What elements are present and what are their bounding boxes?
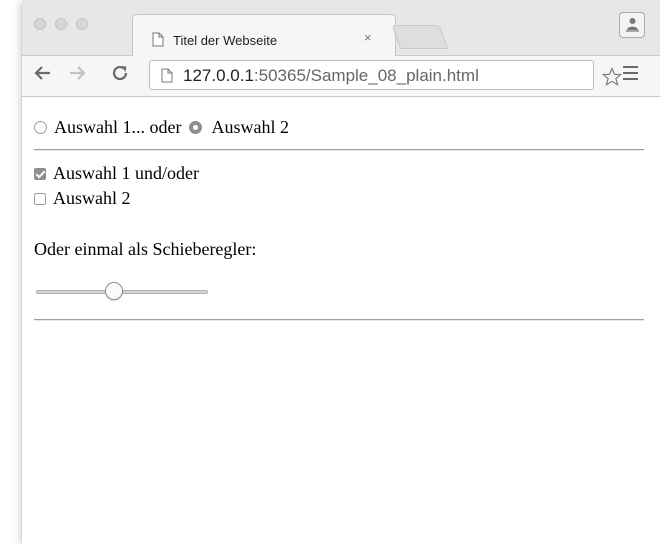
radio-option-2-label: Auswahl 2 — [211, 117, 289, 137]
checkbox-option-1[interactable] — [34, 167, 46, 180]
url-host: 127.0.0.1 — [183, 66, 254, 85]
divider — [34, 319, 644, 321]
reload-icon[interactable] — [111, 64, 129, 86]
checkbox-option-2-label: Auswahl 2 — [53, 188, 131, 208]
forward-arrow-icon[interactable] — [68, 64, 86, 86]
url-text: 127.0.0.1:50365/Sample_08_plain.html — [183, 66, 479, 86]
page-icon — [152, 32, 164, 52]
slider-heading: Oder einmal als Schieberegler: — [34, 239, 257, 259]
page-icon — [161, 68, 173, 88]
star-icon[interactable] — [601, 66, 623, 91]
back-arrow-icon[interactable] — [34, 64, 52, 86]
page-content: Auswahl 1... oder Auswahl 2 Auswahl 1 un… — [22, 97, 660, 544]
browser-window: Titel der Webseite × 127.0.0.1:50365/Sam… — [22, 0, 660, 544]
minimize-window-button[interactable] — [55, 18, 67, 30]
radio-option-1-label: Auswahl 1... oder — [54, 117, 182, 137]
menu-icon[interactable] — [623, 66, 638, 84]
new-tab-button[interactable] — [391, 25, 449, 49]
checkbox-option-1-label: Auswahl 1 und/oder — [53, 163, 199, 183]
tab-title: Titel der Webseite — [173, 33, 278, 48]
slider-thumb[interactable] — [105, 282, 124, 300]
zoom-window-button[interactable] — [76, 18, 88, 30]
checkbox-option-2[interactable] — [34, 192, 46, 205]
tab-active[interactable]: Titel der Webseite — [132, 14, 396, 57]
divider — [34, 149, 644, 151]
tab-close-icon[interactable]: × — [364, 30, 372, 45]
url-path: :50365/Sample_08_plain.html — [253, 66, 479, 85]
range-slider[interactable] — [34, 281, 210, 301]
profile-button[interactable] — [619, 12, 645, 38]
checkbox-row-1: Auswahl 1 und/oder — [34, 163, 199, 184]
radio-option-1[interactable] — [34, 121, 47, 134]
close-window-button[interactable] — [34, 18, 46, 30]
radio-row: Auswahl 1... oder Auswahl 2 — [34, 117, 289, 138]
radio-option-2[interactable] — [189, 121, 203, 134]
tab-strip: Titel der Webseite × — [22, 0, 660, 57]
toolbar: 127.0.0.1:50365/Sample_08_plain.html — [22, 56, 660, 97]
checkbox-row-2: Auswahl 2 — [34, 188, 131, 209]
profile-icon — [626, 17, 639, 37]
address-bar[interactable]: 127.0.0.1:50365/Sample_08_plain.html — [149, 60, 623, 90]
